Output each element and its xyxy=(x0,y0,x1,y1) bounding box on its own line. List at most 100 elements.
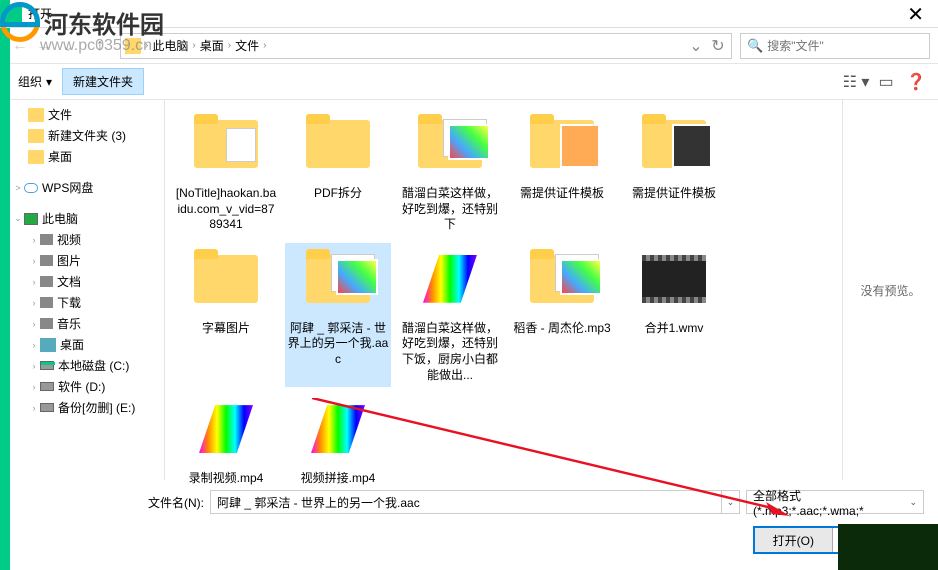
expand-icon[interactable]: › xyxy=(28,298,40,308)
new-folder-button[interactable]: 新建文件夹 xyxy=(62,68,144,95)
app-icon xyxy=(6,6,22,22)
sidebar-item[interactable]: ›音乐 xyxy=(0,313,164,334)
sidebar-item[interactable]: 新建文件夹 (3) xyxy=(0,125,164,146)
file-item[interactable]: 录制视频.mp4 xyxy=(173,393,279,491)
breadcrumb[interactable]: › 此电脑 › 桌面 › 文件 › ⌄ ↻ xyxy=(120,33,732,59)
folder-icon xyxy=(642,120,706,168)
filetype-filter[interactable]: 全部格式(*.mp3;*.aac;*.wma;* ⌄ xyxy=(746,490,924,514)
expand-icon[interactable]: › xyxy=(28,235,40,245)
audio-file-icon xyxy=(306,255,370,303)
disk-icon xyxy=(40,403,54,412)
disk-icon xyxy=(40,382,54,391)
file-item[interactable]: [NoTitle]haokan.baidu.com_v_vid=8789341 xyxy=(173,108,279,237)
filename-dropdown-icon[interactable]: ⌄ xyxy=(722,490,740,514)
filename-label: 文件名(N): xyxy=(134,494,204,511)
folder-icon xyxy=(28,150,44,164)
sidebar-item[interactable]: ›桌面 xyxy=(0,334,164,355)
search-box[interactable]: 🔍 xyxy=(740,33,930,59)
file-grid[interactable]: [NoTitle]haokan.baidu.com_v_vid=8789341 … xyxy=(165,100,842,480)
file-item[interactable]: 需提供证件模板 xyxy=(509,108,615,237)
expand-icon[interactable]: › xyxy=(28,340,40,350)
folder-icon xyxy=(530,120,594,168)
file-item[interactable]: 醋溜白菜这样做，好吃到爆，还特别下饭，厨房小白都能做出... xyxy=(397,243,503,387)
close-icon[interactable]: ✕ xyxy=(897,2,934,27)
desktop-icon xyxy=(40,338,56,352)
expand-icon[interactable]: › xyxy=(28,256,40,266)
folder-icon xyxy=(194,120,258,168)
organize-button[interactable]: 组织 ▾ xyxy=(8,69,62,94)
filename-input[interactable] xyxy=(210,490,722,514)
breadcrumb-item[interactable]: 此电脑 xyxy=(148,37,192,54)
file-item[interactable]: 醋溜白菜这样做，好吃到爆，还特别下 xyxy=(397,108,503,237)
forward-button[interactable]: → xyxy=(32,34,56,58)
file-item[interactable]: 视频拼接.mp4 xyxy=(285,393,391,491)
music-icon xyxy=(40,318,53,329)
preview-pane-icon[interactable]: ▭ xyxy=(872,70,900,94)
sidebar-item[interactable]: ›文档 xyxy=(0,271,164,292)
toolbar: 组织 ▾ 新建文件夹 ☷ ▾ ▭ ❓ xyxy=(0,64,938,100)
sidebar-item-pc[interactable]: ⌄此电脑 xyxy=(0,208,164,229)
expand-icon[interactable]: › xyxy=(28,319,40,329)
view-options-icon[interactable]: ☷ ▾ xyxy=(842,70,870,94)
file-item[interactable]: PDF拆分 xyxy=(285,108,391,237)
sidebar-item[interactable]: 文件 xyxy=(0,104,164,125)
search-input[interactable] xyxy=(767,39,923,53)
folder-icon xyxy=(194,255,258,303)
sidebar-item[interactable]: ›下载 xyxy=(0,292,164,313)
folder-icon xyxy=(28,108,44,122)
folder-icon xyxy=(306,120,370,168)
disk-icon xyxy=(40,361,54,370)
file-item-selected[interactable]: 阿肆 _ 郭采洁 - 世界上的另一个我.aac xyxy=(285,243,391,387)
expand-icon[interactable]: ⌄ xyxy=(12,213,24,224)
file-item[interactable]: 稻香 - 周杰伦.mp3 xyxy=(509,243,615,387)
file-item[interactable]: 需提供证件模板 xyxy=(621,108,727,237)
help-icon[interactable]: ❓ xyxy=(902,70,930,94)
open-button[interactable]: 打开(O) xyxy=(755,528,832,552)
open-button-group: 打开(O) ▾ xyxy=(753,526,850,554)
sidebar-item[interactable]: ›图片 xyxy=(0,250,164,271)
file-item[interactable]: 字幕图片 xyxy=(173,243,279,387)
back-button[interactable]: ← xyxy=(8,34,32,58)
breadcrumb-item[interactable]: 桌面 xyxy=(196,37,228,54)
history-dropdown-icon[interactable]: ⌄ xyxy=(56,34,80,58)
expand-icon[interactable]: › xyxy=(28,382,40,392)
sidebar-item[interactable]: ›视频 xyxy=(0,229,164,250)
sidebar-item[interactable]: ›本地磁盘 (C:) xyxy=(0,355,164,376)
media-file-icon xyxy=(311,405,365,453)
path-dropdown-icon[interactable]: ⌄ xyxy=(687,36,705,56)
media-file-icon xyxy=(423,255,477,303)
background-app xyxy=(838,524,938,570)
document-icon xyxy=(40,276,53,287)
folder-icon xyxy=(418,120,482,168)
expand-icon[interactable]: > xyxy=(12,183,24,193)
sidebar-item[interactable]: 桌面 xyxy=(0,146,164,167)
window-title: 打开 xyxy=(28,5,52,22)
folder-icon xyxy=(28,129,44,143)
chevron-down-icon: ⌄ xyxy=(909,497,917,508)
chevron-down-icon: ▾ xyxy=(46,75,52,89)
sidebar-item[interactable]: ›软件 (D:) xyxy=(0,376,164,397)
sidebar-item[interactable]: ›备份[勿删] (E:) xyxy=(0,397,164,418)
computer-icon xyxy=(24,213,38,225)
media-file-icon xyxy=(199,405,253,453)
search-icon: 🔍 xyxy=(747,38,763,54)
chevron-right-icon[interactable]: › xyxy=(263,40,266,51)
expand-icon[interactable]: › xyxy=(28,403,40,413)
expand-icon[interactable]: › xyxy=(28,361,40,371)
up-button[interactable]: ↑ xyxy=(88,34,112,58)
file-item[interactable]: 合并1.wmv xyxy=(621,243,727,387)
preview-pane: 没有预览。 xyxy=(842,100,938,480)
preview-text: 没有预览。 xyxy=(860,282,920,299)
expand-icon[interactable]: › xyxy=(28,277,40,287)
sidebar-item-cloud[interactable]: >WPS网盘 xyxy=(0,177,164,198)
app-edge xyxy=(0,0,10,570)
picture-icon xyxy=(40,255,53,266)
sidebar: 文件 新建文件夹 (3) 桌面 >WPS网盘 ⌄此电脑 ›视频 ›图片 ›文档 … xyxy=(0,100,165,480)
bottom-bar: 文件名(N): ⌄ 全部格式(*.mp3;*.aac;*.wma;* ⌄ 打开(… xyxy=(0,480,938,554)
navbar: ← → ⌄ ↑ › 此电脑 › 桌面 › 文件 › ⌄ ↻ 🔍 xyxy=(0,28,938,64)
breadcrumb-item[interactable]: 文件 xyxy=(231,37,263,54)
cloud-icon xyxy=(24,183,38,193)
refresh-icon[interactable]: ↻ xyxy=(709,36,727,56)
folder-icon xyxy=(125,38,141,54)
file-pane: [NoTitle]haokan.baidu.com_v_vid=8789341 … xyxy=(165,100,938,480)
